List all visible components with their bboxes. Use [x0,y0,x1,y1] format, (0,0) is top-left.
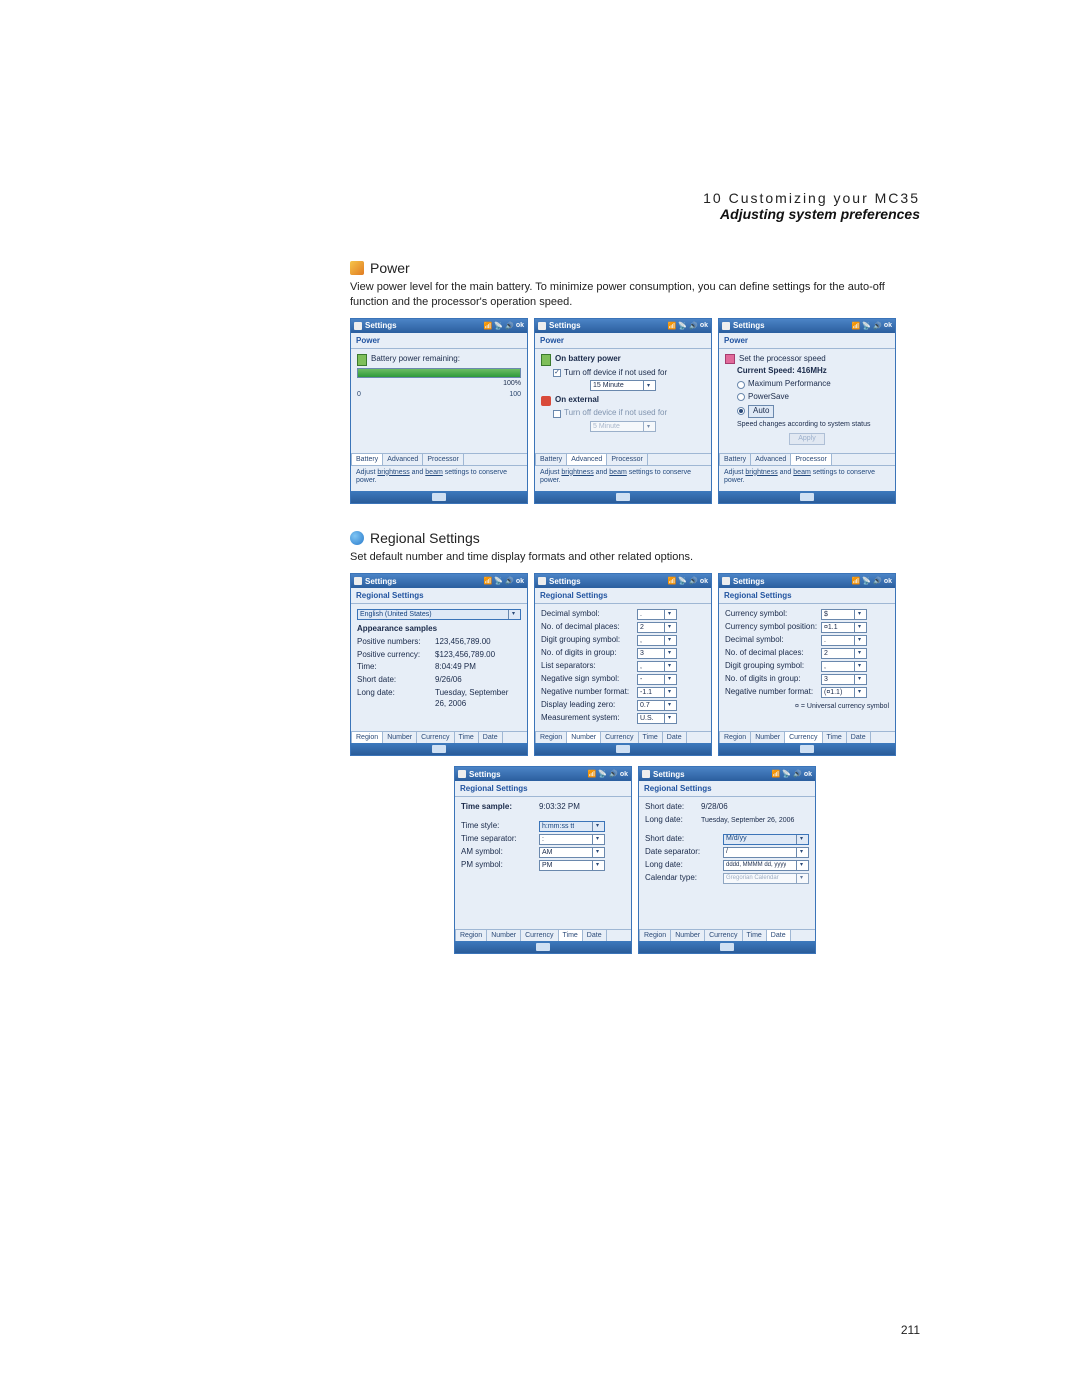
keyboard-icon[interactable] [432,745,446,753]
keyboard-icon[interactable] [800,745,814,753]
section-regional: Regional Settings Set default number and… [350,530,920,954]
keyboard-icon[interactable] [536,943,550,951]
screenshot-regional-number: Settings📶📡🔊ok Regional Settings Decimal … [534,573,712,756]
globe-icon [350,531,364,545]
power-heading-text: Power [370,260,410,276]
titlebar: Settings 📶📡🔊ok [351,319,527,333]
close-icon: ok [516,322,524,329]
section-subtitle: Adjusting system preferences [703,206,920,222]
screenshot-regional-time: Settings📶📡🔊ok Regional Settings Time sam… [454,766,632,954]
screenshot-power-processor: Settings📶📡🔊ok Power Set the processor sp… [718,318,896,505]
checkbox[interactable] [553,410,561,418]
regional-heading-text: Regional Settings [370,530,480,546]
plug-icon [541,396,551,406]
start-icon [642,770,650,778]
minutes-select-ext: 5 Minute▾ [590,421,656,432]
chapter-title: 10 Customizing your MC35 [703,190,920,206]
start-icon [354,577,362,585]
start-icon [722,577,730,585]
screen-name: Power [351,333,527,349]
start-icon [458,770,466,778]
radio-max[interactable] [737,381,745,389]
start-icon [722,322,730,330]
start-icon [538,577,546,585]
checkbox[interactable]: ✓ [553,369,561,377]
page-number: 211 [901,1323,920,1337]
radio-save[interactable] [737,393,745,401]
tabs[interactable]: Battery Advanced Processor [351,453,527,465]
section-heading: Power [350,260,920,276]
power-description: View power level for the main battery. T… [350,280,920,310]
hint-text: Adjust brightness and beam settings to c… [351,465,527,492]
signal-icon: 📶 [484,322,493,330]
power-icon [350,261,364,275]
section-power: Power View power level for the main batt… [350,260,920,504]
minutes-select[interactable]: 15 Minute▾ [590,380,656,391]
keyboard-icon[interactable] [720,943,734,951]
antenna-icon: 📡 [494,322,503,330]
battery-icon [541,354,551,366]
keyboard-icon[interactable] [800,493,814,501]
page-header: 10 Customizing your MC35 Adjusting syste… [703,190,920,222]
battery-progress [357,368,521,378]
keyboard-icon[interactable] [432,493,446,501]
screenshot-regional-currency: Settings📶📡🔊ok Regional Settings Currency… [718,573,896,756]
screenshot-regional-date: Settings📶📡🔊ok Regional Settings Short da… [638,766,816,954]
radio-auto[interactable] [737,407,745,415]
chip-icon [725,354,735,364]
battery-icon [357,354,367,366]
screenshot-regional-region: Settings📶📡🔊ok Regional Settings English … [350,573,528,756]
keyboard-icon[interactable] [616,493,630,501]
volume-icon: 🔊 [505,322,514,330]
start-icon [538,322,546,330]
keyboard-icon[interactable] [616,745,630,753]
screenshot-power-advanced: Settings📶📡🔊ok Power On battery power ✓Tu… [534,318,712,505]
apply-button: Apply [789,433,825,445]
locale-select[interactable]: English (United States)▾ [357,609,521,620]
screenshot-power-battery: Settings 📶📡🔊ok Power Battery power remai… [350,318,528,505]
start-icon [354,322,362,330]
